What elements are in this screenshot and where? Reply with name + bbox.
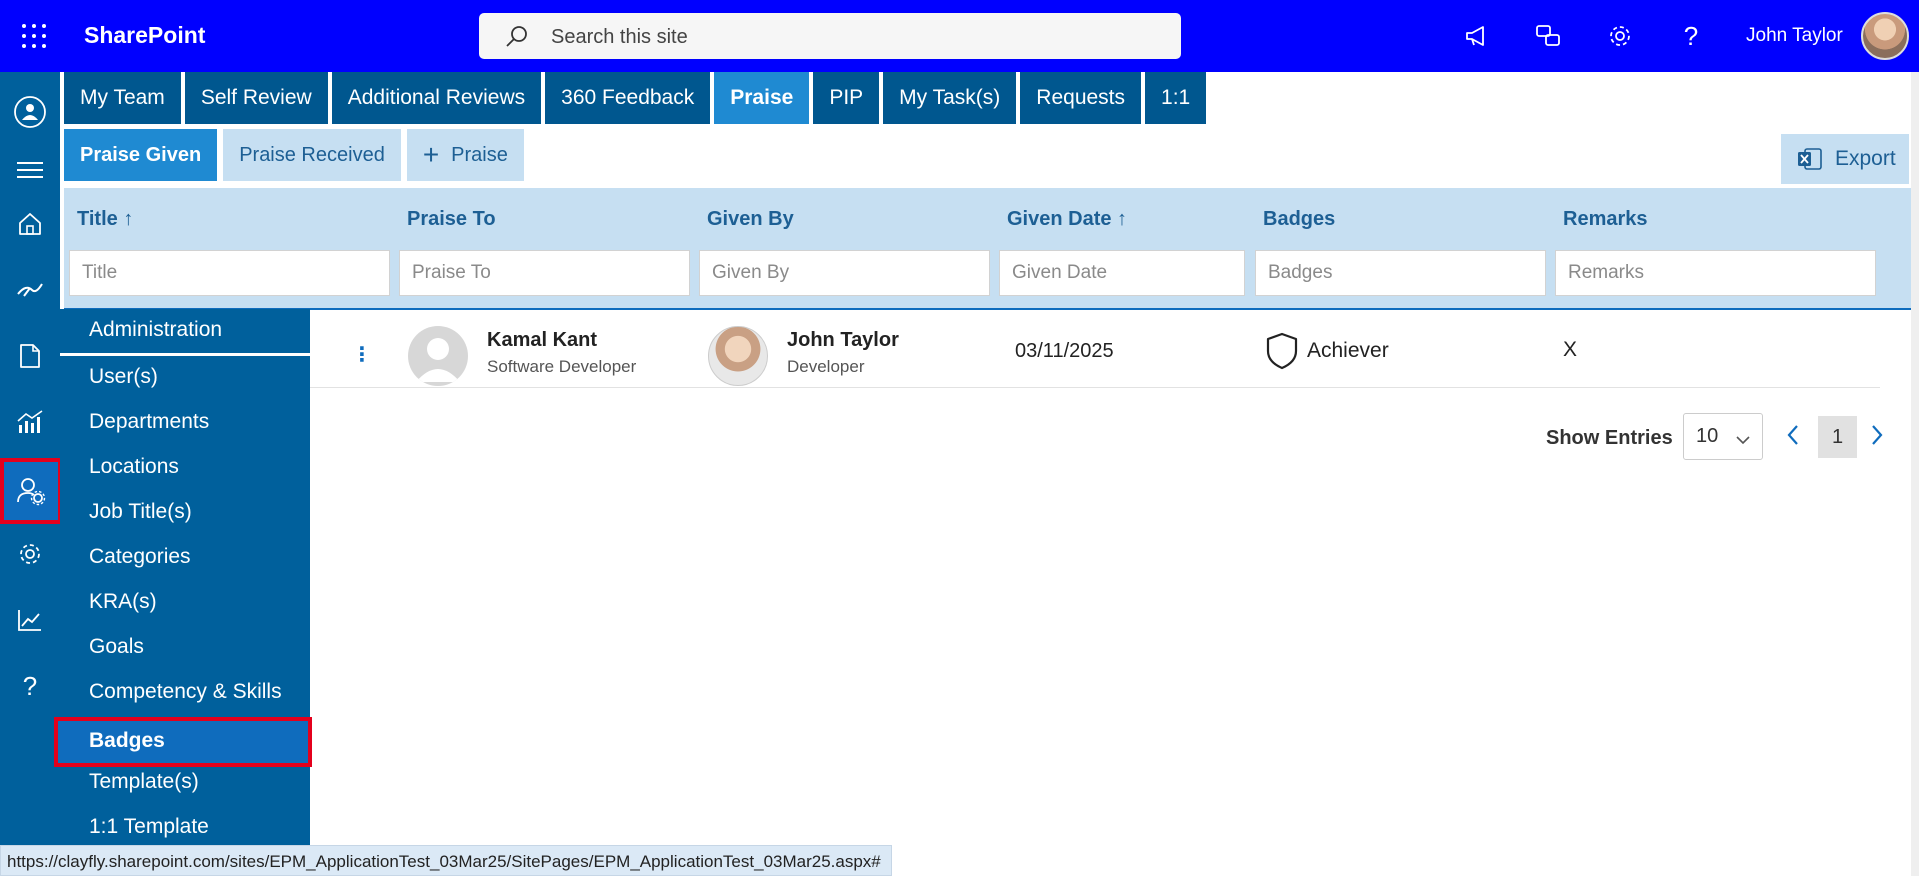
- document-icon[interactable]: [12, 338, 48, 374]
- page-number-button[interactable]: 1: [1818, 416, 1857, 458]
- search-input[interactable]: Search this site: [479, 13, 1181, 59]
- admin-settings-icon[interactable]: [0, 458, 62, 524]
- gear-icon[interactable]: [12, 536, 48, 572]
- given-date: 03/11/2025: [1015, 340, 1114, 362]
- admin-item-badges[interactable]: Badges: [54, 717, 312, 767]
- admin-item-job-titles[interactable]: Job Title(s): [89, 500, 192, 524]
- grid-header: Title ↑ Praise To Given By Given Date ↑ …: [64, 188, 1911, 310]
- filter-given-by-input[interactable]: [699, 250, 990, 296]
- column-title[interactable]: Title ↑: [77, 208, 133, 231]
- admin-item-categories[interactable]: Categories: [89, 545, 191, 569]
- administration-header[interactable]: Administration: [89, 318, 222, 342]
- row-actions-icon[interactable]: ⋮: [352, 342, 372, 367]
- tab-one-on-one[interactable]: 1:1: [1145, 72, 1207, 124]
- page-size-value: 10: [1696, 425, 1719, 447]
- admin-item-locations[interactable]: Locations: [89, 455, 179, 479]
- avatar: [408, 326, 468, 386]
- filter-praise-to-input[interactable]: [399, 250, 690, 296]
- filter-remarks-input[interactable]: [1555, 250, 1876, 296]
- admin-item-competency-skills[interactable]: Competency & Skills: [89, 680, 282, 704]
- subtab-praise-given[interactable]: Praise Given: [64, 129, 218, 181]
- tab-additional-reviews[interactable]: Additional Reviews: [331, 72, 542, 124]
- given-by-name: John Taylor: [787, 329, 899, 351]
- column-praise-to[interactable]: Praise To: [407, 208, 496, 231]
- chevron-down-icon: [1736, 428, 1750, 451]
- previous-page-icon[interactable]: [1786, 424, 1800, 451]
- status-url-bar: https://clayfly.sharepoint.com/sites/EPM…: [0, 845, 892, 876]
- administration-menu: Administration User(s) Departments Locat…: [54, 309, 312, 850]
- main-tabs: My Team Self Review Additional Reviews 3…: [64, 72, 1210, 124]
- column-badges[interactable]: Badges: [1263, 208, 1335, 231]
- left-nav-rail: ?: [0, 72, 62, 876]
- badge-cell: Achiever: [1265, 332, 1389, 370]
- subtab-praise-received[interactable]: Praise Received: [223, 129, 401, 181]
- add-praise-label: Praise: [451, 143, 508, 166]
- admin-item-templates[interactable]: Template(s): [89, 770, 199, 794]
- page-size-select[interactable]: 10: [1683, 413, 1763, 460]
- divider: [60, 353, 310, 356]
- plus-icon: +: [422, 139, 440, 170]
- praise-icon[interactable]: [12, 272, 48, 308]
- vertical-scrollbar[interactable]: [1911, 72, 1919, 876]
- tab-360-feedback[interactable]: 360 Feedback: [545, 72, 711, 124]
- praise-to-role: Software Developer: [487, 357, 637, 376]
- filter-title-input[interactable]: [69, 250, 390, 296]
- help-icon[interactable]: ?: [1677, 21, 1705, 51]
- search-placeholder: Search this site: [551, 26, 688, 48]
- trend-chart-icon[interactable]: [12, 602, 48, 638]
- export-label: Export: [1835, 147, 1896, 170]
- praise-to-name: Kamal Kant: [487, 329, 598, 351]
- search-icon: [505, 25, 529, 54]
- shield-icon: [1266, 332, 1298, 370]
- tab-pip[interactable]: PIP: [813, 72, 880, 124]
- teams-chat-icon[interactable]: [1534, 22, 1562, 50]
- user-avatar[interactable]: [1861, 12, 1909, 60]
- megaphone-icon[interactable]: [1463, 22, 1491, 50]
- app-name[interactable]: SharePoint: [84, 22, 205, 49]
- admin-item-departments[interactable]: Departments: [89, 410, 209, 434]
- tab-requests[interactable]: Requests: [1020, 72, 1142, 124]
- excel-icon: [1797, 147, 1823, 171]
- settings-icon[interactable]: [1606, 22, 1634, 50]
- home-icon[interactable]: [12, 206, 48, 242]
- avatar: [708, 326, 768, 386]
- admin-item-goals[interactable]: Goals: [89, 635, 144, 659]
- tab-my-tasks[interactable]: My Task(s): [883, 72, 1017, 124]
- column-given-date[interactable]: Given Date ↑: [1007, 208, 1127, 231]
- column-remarks[interactable]: Remarks: [1563, 208, 1648, 231]
- hamburger-menu-icon[interactable]: [12, 152, 48, 188]
- tab-my-team[interactable]: My Team: [64, 72, 181, 124]
- remarks-cell: X: [1563, 338, 1578, 361]
- analytics-icon[interactable]: [12, 404, 48, 440]
- sort-ascending-icon: ↑: [1117, 208, 1128, 230]
- praise-subtabs: Praise Given Praise Received + Praise: [64, 129, 530, 181]
- given-by-role: Developer: [787, 357, 865, 376]
- tab-self-review[interactable]: Self Review: [184, 72, 328, 124]
- filter-given-date-input[interactable]: [999, 250, 1245, 296]
- suite-bar: SharePoint Search this site ? John Taylo…: [0, 0, 1919, 72]
- badge-label: Achiever: [1307, 339, 1389, 362]
- export-button[interactable]: Export: [1781, 134, 1909, 184]
- app-launcher-icon[interactable]: [22, 24, 46, 48]
- user-name[interactable]: John Taylor: [1746, 25, 1843, 47]
- tab-praise[interactable]: Praise: [714, 72, 810, 124]
- admin-item-one-on-one-template[interactable]: 1:1 Template: [89, 815, 209, 839]
- admin-item-kras[interactable]: KRA(s): [89, 590, 157, 614]
- admin-item-users[interactable]: User(s): [89, 365, 158, 389]
- column-given-by[interactable]: Given By: [707, 208, 794, 231]
- profile-icon[interactable]: [12, 94, 48, 130]
- help-question-icon[interactable]: ?: [12, 668, 48, 704]
- table-row: ⋮ Kamal Kant Software Developer John Tay…: [310, 316, 1880, 388]
- add-praise-button[interactable]: + Praise: [406, 129, 524, 181]
- next-page-icon[interactable]: [1870, 424, 1884, 451]
- filter-badges-input[interactable]: [1255, 250, 1546, 296]
- sort-ascending-icon: ↑: [123, 208, 134, 230]
- show-entries-label: Show Entries: [1546, 427, 1673, 449]
